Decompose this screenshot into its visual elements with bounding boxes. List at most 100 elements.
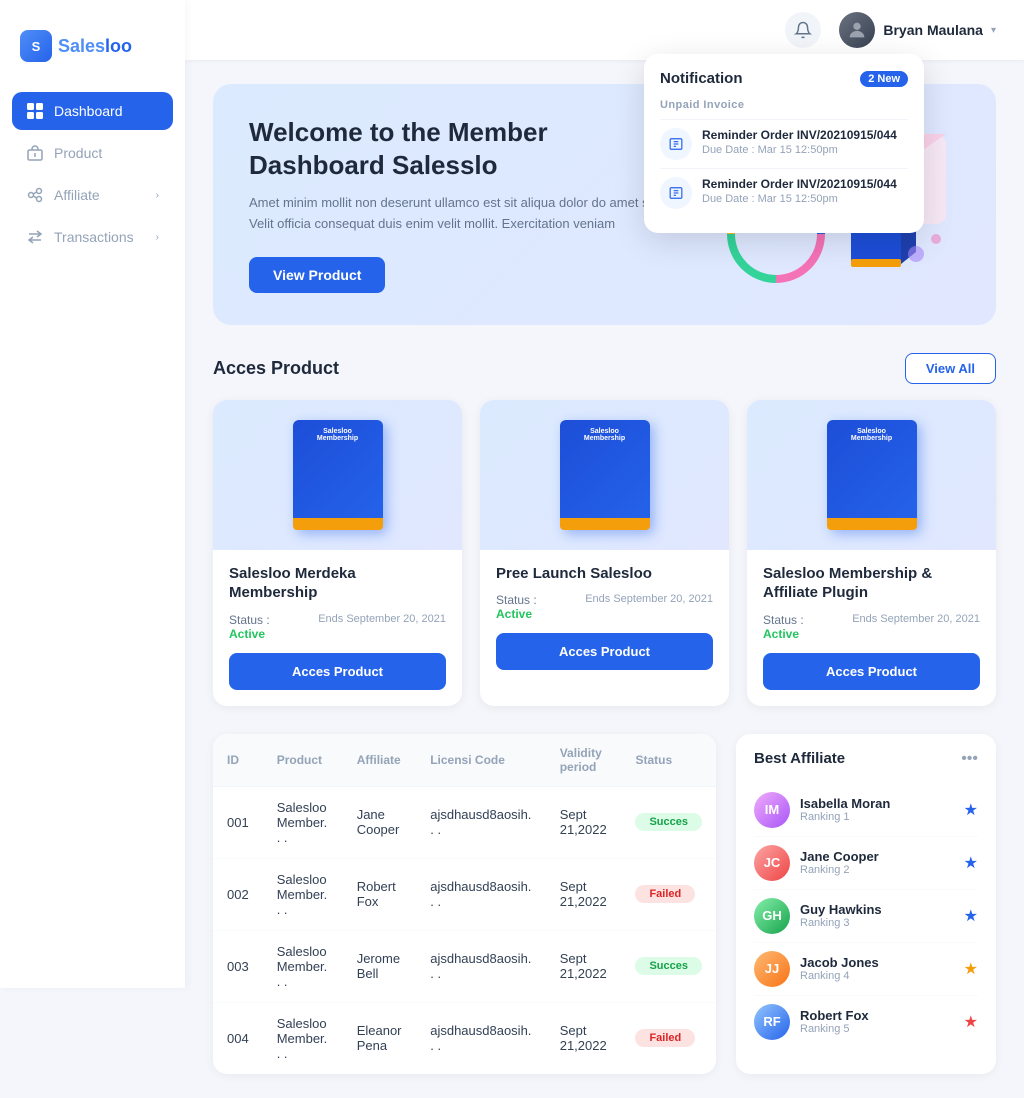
- sidebar-item-label: Transactions: [54, 229, 134, 245]
- cell-id: 002: [213, 858, 263, 930]
- status-label: Status :: [229, 613, 270, 627]
- table-row: 002 Salesloo Member. . . Robert Fox ajsd…: [213, 858, 716, 930]
- status-value: Active: [496, 607, 537, 621]
- status-value: Active: [763, 627, 804, 641]
- affiliate-more-icon[interactable]: •••: [961, 750, 978, 768]
- sidebar-item-product[interactable]: Product: [12, 134, 173, 172]
- product-meta: Status : Active Ends September 20, 2021: [763, 613, 980, 641]
- sidebar-item-dashboard[interactable]: Dashboard: [12, 92, 173, 130]
- avatar: [839, 12, 875, 48]
- affiliate-info: Isabella Moran Ranking 1: [800, 796, 954, 823]
- table-row: 001 Salesloo Member. . . Jane Cooper ajs…: [213, 786, 716, 858]
- col-status: Status: [621, 734, 716, 787]
- product-meta: Status : Active Ends September 20, 2021: [496, 593, 713, 621]
- view-product-button[interactable]: View Product: [249, 257, 385, 293]
- sidebar: S Salesloo Dashboard Product Affiliate ›: [0, 0, 185, 988]
- product-card-body: Pree Launch Salesloo Status : Active End…: [480, 550, 729, 687]
- cell-affiliate: Jane Cooper: [343, 786, 417, 858]
- notification-item: Reminder Order INV/20210915/044 Due Date…: [660, 168, 908, 217]
- access-product-button[interactable]: Acces Product: [496, 633, 713, 670]
- status-label: Status :: [763, 613, 804, 627]
- cell-affiliate: Jerome Bell: [343, 930, 417, 1002]
- invoice-icon: [660, 128, 692, 160]
- affiliate-list: IM Isabella Moran Ranking 1 ★ JC Jane Co…: [754, 784, 978, 1048]
- notification-title: Notification: [660, 70, 743, 87]
- affiliate-info: Guy Hawkins Ranking 3: [800, 902, 954, 929]
- product-card: SaleslooMembership Pree Launch Salesloo …: [480, 400, 729, 706]
- cell-status: Failed: [621, 858, 716, 930]
- sidebar-item-label: Product: [54, 145, 102, 161]
- logo-icon: S: [20, 30, 52, 62]
- affiliate-name: Guy Hawkins: [800, 902, 954, 917]
- cell-validity: Sept 21,2022: [546, 1002, 622, 1074]
- affiliate-info: Jacob Jones Ranking 4: [800, 955, 954, 982]
- notification-panel: Notification 2 New Unpaid Invoice Remind…: [644, 54, 924, 233]
- product-box: SaleslooMembership: [827, 420, 917, 530]
- products-grid: SaleslooMembership Salesloo Merdeka Memb…: [213, 400, 996, 706]
- product-meta: Status : Active Ends September 20, 2021: [229, 613, 446, 641]
- transactions-table: ID Product Affiliate Licensi Code Validi…: [213, 734, 716, 1074]
- affiliate-header: Best Affiliate •••: [754, 750, 978, 768]
- affiliate-name: Jacob Jones: [800, 955, 954, 970]
- affiliate-item: GH Guy Hawkins Ranking 3 ★: [754, 890, 978, 943]
- best-affiliate-card: Best Affiliate ••• IM Isabella Moran Ran…: [736, 734, 996, 1074]
- affiliate-rank: Ranking 4: [800, 970, 954, 982]
- col-product: Product: [263, 734, 343, 787]
- affiliate-rank: Ranking 1: [800, 811, 954, 823]
- view-all-button[interactable]: View All: [905, 353, 996, 384]
- sidebar-item-transactions[interactable]: Transactions ›: [12, 218, 173, 256]
- status-badge: Failed: [635, 885, 695, 903]
- product-name: Salesloo Merdeka Membership: [229, 564, 446, 603]
- table-row: 003 Salesloo Member. . . Jerome Bell ajs…: [213, 930, 716, 1002]
- cell-id: 001: [213, 786, 263, 858]
- notification-item-sub: Due Date : Mar 15 12:50pm: [702, 193, 897, 205]
- affiliate-info: Robert Fox Ranking 5: [800, 1008, 954, 1035]
- box-icon: [26, 144, 44, 162]
- access-product-button[interactable]: Acces Product: [763, 653, 980, 690]
- user-name: Bryan Maulana: [883, 22, 983, 38]
- notification-item-text: Reminder Order INV/20210915/044 Due Date…: [702, 128, 897, 156]
- sidebar-item-affiliate[interactable]: Affiliate ›: [12, 176, 173, 214]
- cell-affiliate: Robert Fox: [343, 858, 417, 930]
- hero-subtitle: Amet minim mollit non deserunt ullamco e…: [249, 193, 669, 235]
- star-icon: ★: [964, 906, 978, 926]
- logo: S Salesloo: [0, 20, 185, 92]
- cell-affiliate: Eleanor Pena: [343, 1002, 417, 1074]
- affiliate-info: Jane Cooper Ranking 2: [800, 849, 954, 876]
- cell-status: Failed: [621, 1002, 716, 1074]
- notification-bell[interactable]: [785, 12, 821, 48]
- product-name: Salesloo Membership & Affiliate Plugin: [763, 564, 980, 603]
- logo-text: Salesloo: [58, 36, 132, 57]
- main-area: Bryan Maulana ▾ Notification 2 New Unpai…: [185, 0, 1024, 1098]
- status-value: Active: [229, 627, 270, 641]
- affiliate-rank: Ranking 2: [800, 864, 954, 876]
- affiliate-rank: Ranking 5: [800, 1023, 954, 1035]
- products-section-header: Acces Product View All: [213, 353, 996, 384]
- product-ends: Ends September 20, 2021: [852, 613, 980, 625]
- user-menu[interactable]: Bryan Maulana ▾: [839, 12, 996, 48]
- cell-product: Salesloo Member. . .: [263, 858, 343, 930]
- product-image: SaleslooMembership: [747, 400, 996, 550]
- col-validity: Validity period: [546, 734, 622, 787]
- cell-status: Succes: [621, 930, 716, 1002]
- cell-validity: Sept 21,2022: [546, 858, 622, 930]
- cell-license: ajsdhausd8aosih. . .: [416, 1002, 546, 1074]
- chevron-down-icon: ▾: [991, 25, 996, 36]
- cell-product: Salesloo Member. . .: [263, 786, 343, 858]
- notification-item-title: Reminder Order INV/20210915/044: [702, 128, 897, 142]
- notification-item-title: Reminder Order INV/20210915/044: [702, 177, 897, 191]
- avatar: IM: [754, 792, 790, 828]
- product-card-body: Salesloo Membership & Affiliate Plugin S…: [747, 550, 996, 706]
- product-box: SaleslooMembership: [293, 420, 383, 530]
- chevron-right-icon: ›: [156, 232, 159, 243]
- product-image: SaleslooMembership: [480, 400, 729, 550]
- link-icon: [26, 186, 44, 204]
- affiliate-title: Best Affiliate: [754, 750, 845, 767]
- affiliate-name: Robert Fox: [800, 1008, 954, 1023]
- product-ends: Ends September 20, 2021: [318, 613, 446, 625]
- col-license: Licensi Code: [416, 734, 546, 787]
- affiliate-rank: Ranking 3: [800, 917, 954, 929]
- status-badge: Failed: [635, 1029, 695, 1047]
- access-product-button[interactable]: Acces Product: [229, 653, 446, 690]
- notification-item-text: Reminder Order INV/20210915/044 Due Date…: [702, 177, 897, 205]
